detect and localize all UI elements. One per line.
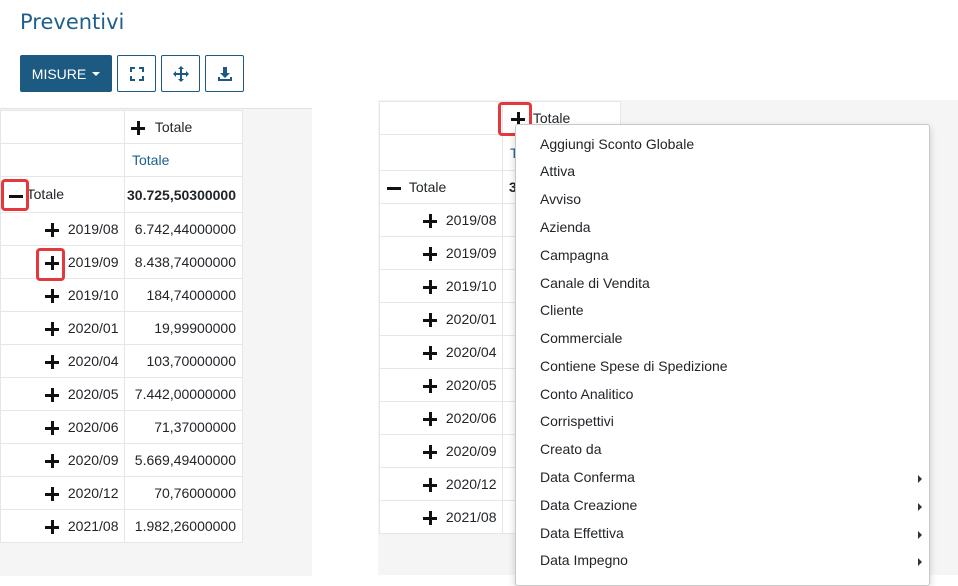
move-arrows-icon: [172, 65, 189, 82]
plus-icon: [423, 445, 437, 460]
dropdown-item[interactable]: Corrispettivi: [516, 408, 929, 435]
row-header-2019-09[interactable]: 2019/09: [379, 236, 503, 270]
row-header-2019-08[interactable]: 2019/08: [379, 203, 503, 237]
dropdown-item[interactable]: Attiva: [516, 158, 929, 185]
dropdown-item[interactable]: Aggiungi Sconto Globale: [516, 131, 929, 158]
row-header-2020-05[interactable]: 2020/05: [379, 368, 503, 402]
download-button[interactable]: [205, 55, 244, 92]
plus-icon: [131, 121, 145, 136]
chevron-right-icon: [918, 475, 922, 483]
plus-icon: [45, 487, 59, 502]
dropdown-item[interactable]: Creato da: [516, 436, 929, 463]
col-header-totale[interactable]: Totale: [124, 110, 243, 144]
row-header-2020-12[interactable]: 2020/12: [379, 467, 503, 501]
caret-down-icon: [92, 71, 101, 76]
plus-icon: [423, 280, 437, 295]
plus-icon: [423, 313, 437, 328]
row-header-2019-10[interactable]: 2019/10: [0, 278, 125, 312]
row-header-2021-08[interactable]: 2021/08: [0, 509, 125, 543]
plus-icon: [45, 355, 59, 370]
expand-icon: [129, 66, 144, 81]
row-header-total[interactable]: Totale: [379, 170, 503, 204]
plus-icon: [45, 454, 59, 469]
cell-value: 7.442,00000000: [124, 377, 243, 411]
row-header-2020-04[interactable]: 2020/04: [379, 335, 503, 369]
cell-value: 19,99900000: [124, 311, 243, 345]
expand-all-button[interactable]: [117, 55, 156, 92]
row-header-2020-06[interactable]: 2020/06: [0, 410, 125, 444]
dropdown-item[interactable]: Commerciale: [516, 325, 929, 352]
chevron-right-icon: [918, 531, 922, 539]
cell-value: 6.742,44000000: [124, 212, 243, 246]
dropdown-item[interactable]: Data Creazione: [516, 492, 929, 519]
dropdown-item[interactable]: Conto Analitico: [516, 381, 929, 408]
left-pivot-table: Totale Totale Totale 30.725,50300000 201…: [0, 110, 243, 543]
row-header-2019-08[interactable]: 2019/08: [0, 212, 125, 246]
plus-icon: [45, 388, 59, 403]
highlight-box: [1, 179, 29, 211]
row-header-2020-09[interactable]: 2020/09: [379, 434, 503, 468]
groupby-dropdown-menu: Aggiungi Sconto Globale Attiva Avviso Az…: [515, 124, 930, 586]
highlight-box: [36, 248, 65, 281]
plus-icon: [423, 511, 437, 526]
dropdown-item[interactable]: Data Effettiva: [516, 520, 929, 547]
toolbar: MISURE: [20, 55, 244, 92]
chevron-right-icon: [918, 558, 922, 566]
row-header-2019-10[interactable]: 2019/10: [379, 269, 503, 303]
plus-icon: [423, 247, 437, 262]
dropdown-item[interactable]: Data Impegno: [516, 547, 929, 574]
measures-button[interactable]: MISURE: [20, 55, 112, 92]
plus-icon: [45, 289, 59, 304]
plus-icon: [45, 520, 59, 535]
plus-icon: [423, 412, 437, 427]
cell-value: 71,37000000: [124, 410, 243, 444]
cell-value: 70,76000000: [124, 476, 243, 510]
row-header-2021-08[interactable]: 2021/08: [379, 500, 503, 534]
dropdown-item[interactable]: Campagna: [516, 242, 929, 269]
plus-icon: [423, 346, 437, 361]
plus-icon: [423, 478, 437, 493]
cell-value: 8.438,74000000: [124, 245, 243, 279]
dropdown-item[interactable]: Cliente: [516, 297, 929, 324]
dropdown-item[interactable]: Contiene Spese di Spedizione: [516, 353, 929, 380]
row-header-2020-04[interactable]: 2020/04: [0, 344, 125, 378]
page-title: Preventivi: [20, 10, 125, 34]
plus-icon: [423, 214, 437, 229]
plus-icon: [45, 322, 59, 337]
total-value: 30.725,50300000: [124, 176, 243, 213]
plus-icon: [45, 421, 59, 436]
dropdown-item[interactable]: Azienda: [516, 214, 929, 241]
row-header-2020-09[interactable]: 2020/09: [0, 443, 125, 477]
plus-icon: [423, 379, 437, 394]
dropdown-item[interactable]: Canale di Vendita: [516, 270, 929, 297]
dropdown-item[interactable]: Data Conferma: [516, 464, 929, 491]
cell-value: 103,70000000: [124, 344, 243, 378]
cell-value: 1.982,26000000: [124, 509, 243, 543]
row-header-2020-05[interactable]: 2020/05: [0, 377, 125, 411]
row-header-2020-01[interactable]: 2020/01: [0, 311, 125, 345]
measures-label: MISURE: [31, 65, 87, 82]
row-header-2020-12[interactable]: 2020/12: [0, 476, 125, 510]
cell-value: 5.669,49400000: [124, 443, 243, 477]
plus-icon: [45, 223, 59, 238]
measure-header[interactable]: Totale: [124, 143, 243, 177]
row-header-2020-06[interactable]: 2020/06: [379, 401, 503, 435]
minus-icon: [387, 181, 401, 195]
download-icon: [217, 66, 232, 81]
row-header-2020-01[interactable]: 2020/01: [379, 302, 503, 336]
dropdown-item[interactable]: Avviso: [516, 186, 929, 213]
flip-axis-button[interactable]: [161, 55, 200, 92]
cell-value: 184,74000000: [124, 278, 243, 312]
chevron-right-icon: [918, 503, 922, 511]
